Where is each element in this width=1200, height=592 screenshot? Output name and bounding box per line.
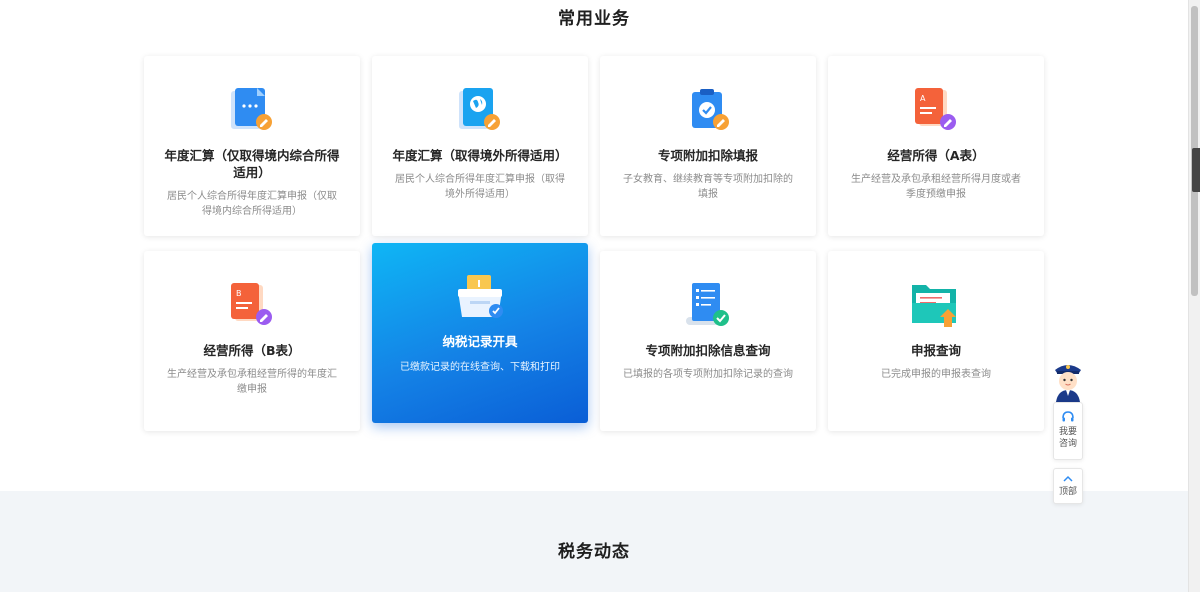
card-description: 生产经营及承包承租经营所得的年度汇缴申报 [167,369,337,395]
form-a-icon: A [828,86,1044,136]
service-card-special-deduction-fill[interactable]: 专项附加扣除填报 子女教育、继续教育等专项附加扣除的填报 [600,56,816,236]
folder-upload-icon [828,281,1044,331]
service-card-declaration-query[interactable]: 申报查询 已完成申报的申报表查询 [828,251,1044,431]
chevron-up-icon [1063,475,1073,482]
card-title: 专项附加扣除填报 [657,148,758,163]
section-title-common: 常用业务 [558,9,630,29]
card-title: 专项附加扣除信息查询 [645,343,771,358]
globe-document-icon [372,86,588,136]
card-title: 年度汇算（取得境外所得适用） [392,148,568,163]
consult-button[interactable]: 我要咨询 [1053,402,1083,460]
service-card-annual-foreign[interactable]: 年度汇算（取得境外所得适用） 居民个人综合所得年度汇算申报（取得境外所得适用） [372,56,588,236]
service-card-tax-record[interactable]: 纳税记录开具 已缴款记录的在线查询、下载和打印 [372,243,588,423]
card-title: 申报查询 [910,343,961,358]
common-services-grid: 年度汇算（仅取得境内综合所得适用） 居民个人综合所得年度汇算申报（仅取得境内综合… [144,56,1044,431]
card-description: 生产经营及承包承租经营所得月度或者季度预缴申报 [851,174,1021,200]
tax-officer-mascot-icon[interactable] [1052,360,1084,402]
top-label: 顶部 [1058,487,1077,497]
card-description: 已缴款记录的在线查询、下载和打印 [400,362,560,373]
service-card-business-a[interactable]: A 经营所得（A表） 生产经营及承包承租经营所得月度或者季度预缴申报 [828,56,1044,236]
card-description: 居民个人综合所得年度汇算申报（仅取得境内综合所得适用） [167,191,337,217]
page-scrollbar[interactable] [1188,0,1200,592]
service-card-business-b[interactable]: B 经营所得（B表） 生产经营及承包承租经营所得的年度汇缴申报 [144,251,360,431]
section-title-news: 税务动态 [558,542,630,562]
consult-label: 我要咨询 [1058,427,1077,449]
card-description: 已完成申报的申报表查询 [881,369,991,380]
svg-text:B: B [236,289,242,298]
service-card-annual-domestic[interactable]: 年度汇算（仅取得境内综合所得适用） 居民个人综合所得年度汇算申报（仅取得境内综合… [144,56,360,236]
scroll-check-icon [600,281,816,331]
card-title: 年度汇算（仅取得境内综合所得适用） [164,148,340,180]
card-title: 经营所得（A表） [887,148,985,163]
svg-text:A: A [920,94,926,103]
document-edit-icon [144,86,360,136]
card-title: 经营所得（B表） [203,343,301,358]
card-description: 子女教育、继续教育等专项附加扣除的填报 [623,174,793,200]
back-to-top-button[interactable]: 顶部 [1053,468,1083,504]
edge-widget-tab[interactable] [1192,148,1200,192]
form-b-icon: B [144,281,360,331]
card-title: 纳税记录开具 [442,334,518,349]
clipboard-check-icon [600,86,816,136]
service-card-special-deduction-query[interactable]: 专项附加扣除信息查询 已填报的各项专项附加扣除记录的查询 [600,251,816,431]
card-description: 已填报的各项专项附加扣除记录的查询 [623,369,793,380]
tax-record-box-icon [372,273,588,323]
headset-icon [1062,411,1074,422]
card-description: 居民个人综合所得年度汇算申报（取得境外所得适用） [395,174,565,200]
